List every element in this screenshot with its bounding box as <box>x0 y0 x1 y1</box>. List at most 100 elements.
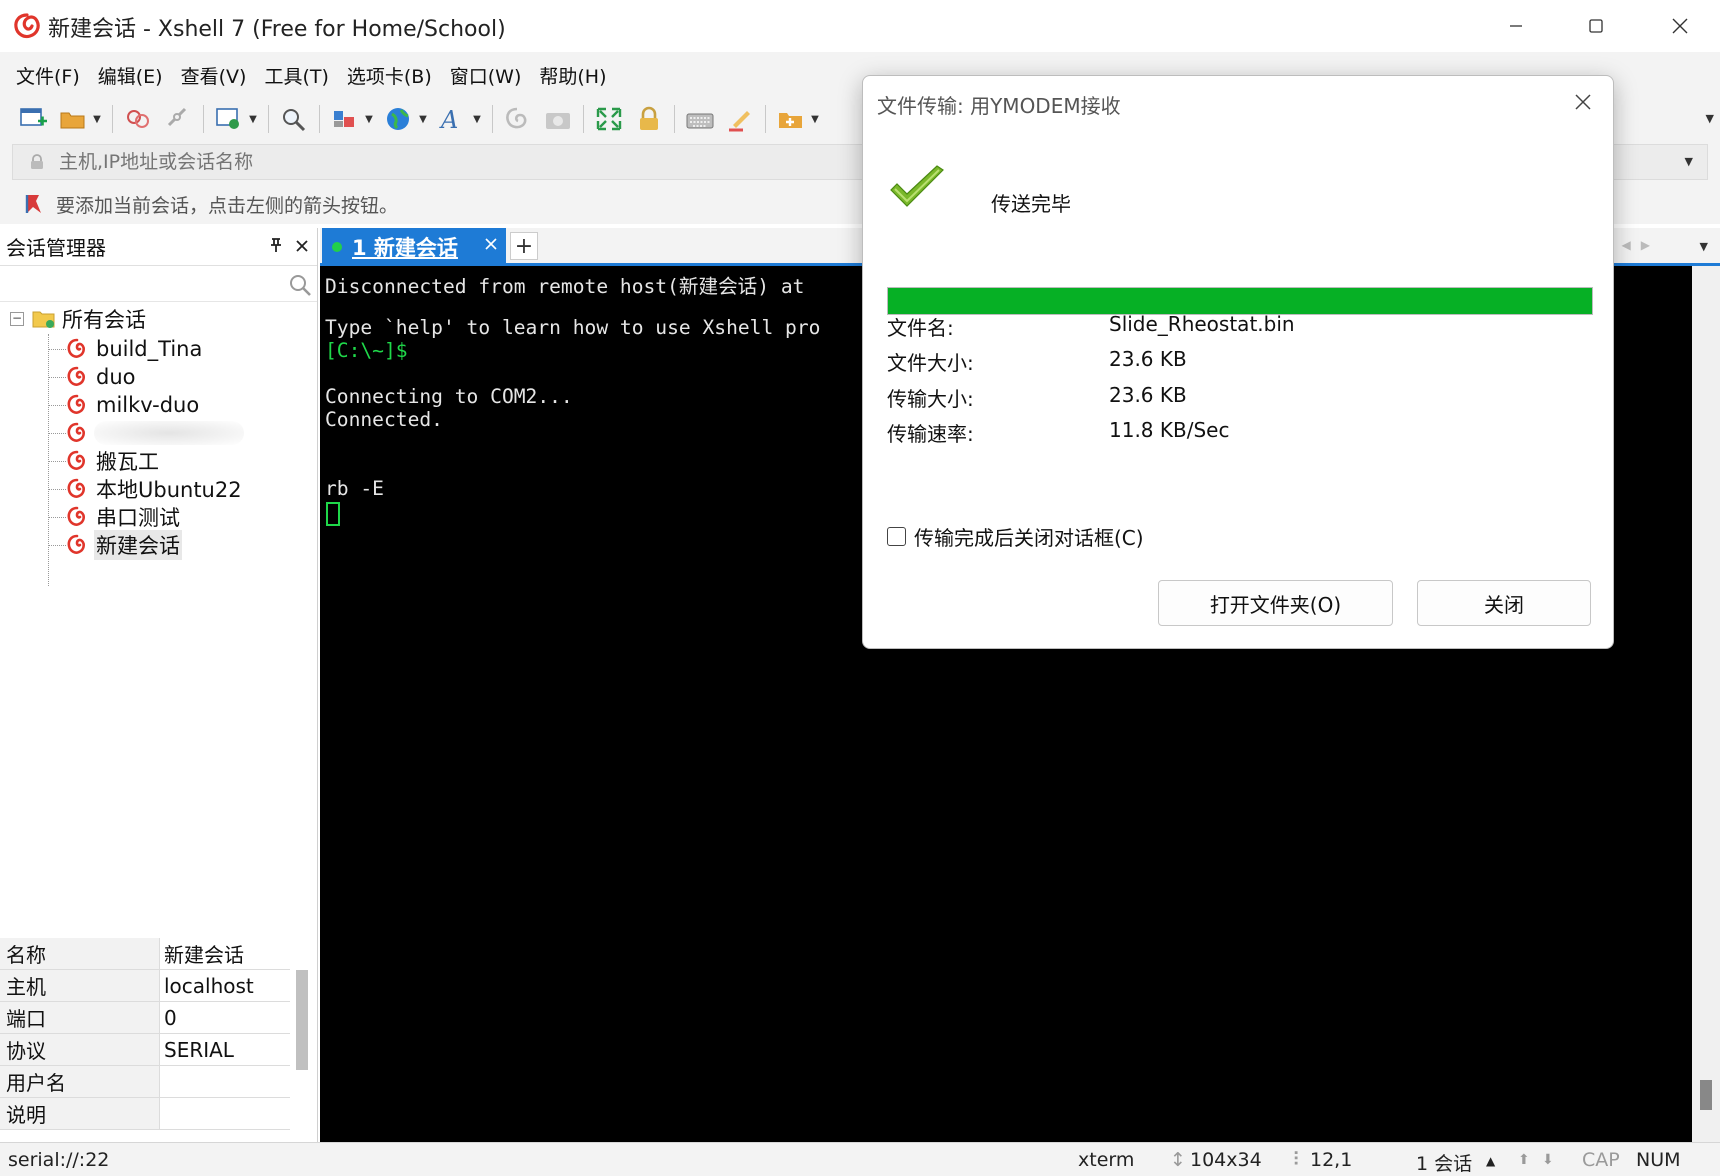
session-icon <box>67 366 85 386</box>
property-key: 主机 <box>0 970 160 1001</box>
compose-button[interactable] <box>776 102 806 136</box>
status-cursor-position: 12,1 <box>1310 1149 1353 1171</box>
terminal-scrollbar[interactable] <box>1692 266 1720 1142</box>
menu-edit[interactable]: 编辑(E) <box>96 58 165 93</box>
add-session-arrow-icon[interactable] <box>24 193 46 215</box>
status-caps-lock: CAP <box>1582 1149 1620 1171</box>
terminal-cursor <box>326 502 340 526</box>
session-item-redacted[interactable] <box>48 418 244 448</box>
property-value: localhost <box>164 973 254 998</box>
field-label-filename: 文件名: <box>887 316 954 340</box>
terminal-line: Connected. <box>325 408 443 431</box>
session-properties-table: 名称 新建会话 主机 localhost 端口 0 协议 SERIAL 用户名 … <box>0 938 290 1130</box>
session-item[interactable]: milkv-duo <box>48 390 201 420</box>
menu-tools[interactable]: 工具(T) <box>262 58 330 93</box>
session-menu-icon[interactable]: ▲ <box>1486 1154 1495 1168</box>
open-dropdown-icon[interactable]: ▼ <box>90 102 104 136</box>
field-label-rate: 传输速率: <box>887 422 974 446</box>
find-button[interactable] <box>279 102 309 136</box>
terminal-scrollbar-thumb[interactable] <box>1700 1080 1712 1110</box>
size-icon: ↕ <box>1170 1149 1186 1171</box>
tab-menu-icon[interactable]: ▼ <box>1700 240 1708 253</box>
dialog-close-button[interactable] <box>1567 86 1599 118</box>
window-close-button[interactable] <box>1650 6 1710 46</box>
session-icon <box>67 422 85 442</box>
session-item[interactable]: 本地Ubuntu22 <box>48 474 244 504</box>
camera-button[interactable] <box>543 102 573 136</box>
toolbar-separator <box>765 105 766 133</box>
toolbar-overflow-icon[interactable]: ▼ <box>1706 112 1714 125</box>
auto-close-checkbox[interactable] <box>887 527 906 546</box>
session-search-box[interactable] <box>0 266 317 302</box>
session-item[interactable]: 串口测试 <box>48 502 182 532</box>
transfer-button[interactable] <box>503 102 533 136</box>
properties-button[interactable] <box>214 102 244 136</box>
property-key: 说明 <box>0 1098 160 1129</box>
tree-root-all-sessions[interactable]: − 所有会话 <box>10 304 146 334</box>
menu-window[interactable]: 窗口(W) <box>448 58 524 93</box>
tab-scroll-arrows-icon[interactable]: ◀▶ <box>1622 238 1660 252</box>
disconnect-button[interactable] <box>163 102 193 136</box>
panel-close-icon[interactable] <box>295 234 309 258</box>
session-item-selected[interactable]: 新建会话 <box>48 530 182 560</box>
menu-view[interactable]: 查看(V) <box>179 58 249 93</box>
toolbar-separator <box>268 105 269 133</box>
property-value: 新建会话 <box>164 943 244 967</box>
keyboard-button[interactable] <box>685 102 715 136</box>
session-item[interactable]: duo <box>48 362 138 392</box>
highlight-button[interactable] <box>725 102 755 136</box>
menu-file[interactable]: 文件(F) <box>14 58 82 93</box>
collapse-icon[interactable]: − <box>10 312 24 326</box>
compose-dropdown-icon[interactable]: ▼ <box>808 102 822 136</box>
new-session-button[interactable] <box>18 102 48 136</box>
redacted-label <box>94 421 244 445</box>
properties-scrollbar[interactable] <box>296 970 308 1070</box>
minimize-button[interactable] <box>1486 6 1546 46</box>
new-session-icon <box>20 108 47 126</box>
layout-button[interactable] <box>330 102 360 136</box>
file-transfer-dialog: 文件传输: 用YMODEM接收 传送完毕 文件名: Slide_Rheostat… <box>862 75 1614 649</box>
session-label: 串口测试 <box>96 506 180 530</box>
open-button[interactable] <box>58 102 88 136</box>
property-value: 0 <box>164 1005 177 1030</box>
dialog-close-action-button[interactable]: 关闭 <box>1417 580 1591 626</box>
maximize-button[interactable] <box>1566 6 1626 46</box>
field-value-filesize: 23.6 KB <box>1109 347 1187 371</box>
menu-help[interactable]: 帮助(H) <box>537 58 608 93</box>
transfer-icon <box>506 107 527 129</box>
menu-tabs[interactable]: 选项卡(B) <box>345 58 434 93</box>
font-dropdown-icon[interactable]: ▼ <box>470 102 484 136</box>
pin-icon[interactable] <box>269 237 283 257</box>
auto-close-checkbox-row[interactable]: 传输完成后关闭对话框(C) <box>887 522 1144 551</box>
links-hint: 要添加当前会话，点击左侧的箭头按钮。 <box>56 194 399 217</box>
tab-active-session[interactable]: 1 新建会话 <box>322 228 506 266</box>
open-folder-button[interactable]: 打开文件夹(O) <box>1158 580 1393 626</box>
property-row: 名称 新建会话 <box>0 938 290 970</box>
toolbar-separator <box>583 105 584 133</box>
field-label-transferred: 传输大小: <box>887 387 974 411</box>
search-icon[interactable] <box>287 272 313 298</box>
minimize-icon <box>1510 25 1522 27</box>
session-item[interactable]: 搬瓦工 <box>48 446 161 476</box>
properties-icon <box>216 108 239 129</box>
globe-button[interactable] <box>384 102 414 136</box>
globe-dropdown-icon[interactable]: ▼ <box>416 102 430 136</box>
lock-button[interactable] <box>634 102 664 136</box>
property-value: SERIAL <box>164 1037 234 1062</box>
address-dropdown-icon[interactable]: ▼ <box>1685 155 1693 168</box>
layout-dropdown-icon[interactable]: ▼ <box>362 102 376 136</box>
compose-icon <box>779 113 802 128</box>
fullscreen-button[interactable] <box>594 102 624 136</box>
tab-close-icon[interactable] <box>484 235 498 256</box>
session-label: 搬瓦工 <box>96 450 159 474</box>
property-row: 协议 SERIAL <box>0 1034 290 1066</box>
new-tab-button[interactable]: + <box>510 232 538 260</box>
font-button[interactable]: A <box>438 102 468 136</box>
tab-label: 1 新建会话 <box>352 236 458 260</box>
reconnect-button[interactable] <box>123 102 153 136</box>
field-value-transferred: 23.6 KB <box>1109 383 1187 407</box>
session-item[interactable]: build_Tina <box>48 334 204 364</box>
properties-dropdown-icon[interactable]: ▼ <box>246 102 260 136</box>
maximize-icon <box>1589 19 1603 33</box>
connected-status-icon <box>332 242 342 252</box>
